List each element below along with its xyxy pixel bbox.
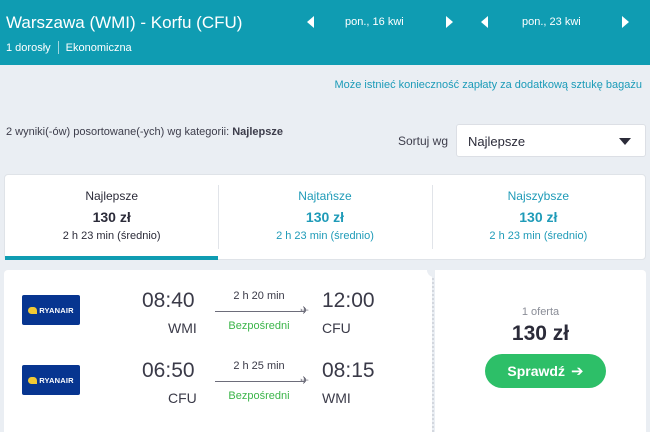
airline-logo-text: RYANAIR [39, 375, 74, 385]
tab-title: Najszybsze [507, 189, 569, 203]
arrival-airport: WMI [322, 390, 351, 406]
arrival-time: 12:00 [322, 289, 375, 312]
departure-time: 08:40 [142, 289, 195, 312]
airline-logo-text: RYANAIR [39, 305, 74, 315]
bag-fee-notice-link[interactable]: Może istnieć konieczność zapłaty za doda… [334, 79, 642, 91]
check-deal-button[interactable]: Sprawdź ➔ [485, 354, 606, 388]
sort-dropdown[interactable]: Najlepsze [456, 124, 646, 157]
tab-title: Najlepsze [85, 189, 139, 203]
stops-label: Bezpośredni [228, 390, 290, 402]
price-panel: 1 oferta 130 zł Sprawdź ➔ [435, 270, 646, 432]
prev-return-date-icon[interactable] [481, 16, 488, 28]
departure-airport: WMI [168, 320, 197, 336]
stops-label: Bezpośredni [228, 320, 290, 332]
tab-price: 130 zł [519, 209, 558, 225]
arrival-time: 08:15 [322, 359, 375, 382]
route-title[interactable]: Warszawa (WMI) - Korfu (CFU) [6, 13, 242, 33]
results-summary: 2 wyniki(-ów) posortowane(-ych) wg kateg… [6, 126, 283, 138]
tab-title: Najtańsze [298, 189, 352, 203]
tab-price: 130 zł [92, 209, 131, 225]
sort-tabs: Najlepsze 130 zł 2 h 23 min (średnio) Na… [4, 174, 646, 260]
prev-departure-date-icon[interactable] [307, 16, 314, 28]
next-return-date-icon[interactable] [622, 16, 629, 28]
sort-selected-value: Najlepsze [468, 134, 526, 149]
ryanair-harp-icon [28, 306, 38, 314]
itinerary-panel: RYANAIR 08:40 WMI 2 h 20 min ✈ Bezpośred… [4, 270, 432, 432]
plane-icon: ✈ [300, 305, 310, 317]
tab-best[interactable]: Najlepsze 130 zł 2 h 23 min (średnio) [5, 175, 219, 260]
route-line [215, 311, 304, 312]
chevron-down-icon [619, 138, 631, 145]
passengers-label[interactable]: 1 dorosły [6, 42, 51, 54]
meta-divider [57, 41, 59, 54]
plane-icon: ✈ [300, 375, 310, 387]
offer-count: 1 oferta [521, 306, 560, 318]
search-meta: 1 dorosły Ekonomiczna [6, 41, 132, 54]
airline-logo: RYANAIR [22, 295, 80, 325]
tab-duration: 2 h 23 min (średnio) [489, 230, 588, 242]
arrival-airport: CFU [322, 320, 351, 336]
sort-label: Sortuj wg [398, 134, 449, 148]
ryanair-harp-icon [28, 376, 38, 384]
tab-duration: 2 h 23 min (średnio) [62, 230, 161, 242]
next-departure-date-icon[interactable] [446, 16, 453, 28]
tab-duration: 2 h 23 min (średnio) [276, 230, 374, 242]
flight-result-card[interactable]: RYANAIR 08:40 WMI 2 h 20 min ✈ Bezpośred… [4, 263, 646, 432]
return-date[interactable]: pon., 23 kwi [522, 16, 581, 28]
tab-cheapest[interactable]: Najtańsze 130 zł 2 h 23 min (średnio) [218, 175, 431, 259]
cabin-label[interactable]: Ekonomiczna [66, 42, 132, 54]
offer-price: 130 zł [511, 322, 570, 345]
airline-logo: RYANAIR [22, 365, 80, 395]
departure-date[interactable]: pon., 16 kwi [345, 16, 404, 28]
check-deal-label: Sprawdź [507, 363, 565, 379]
departure-airport: CFU [168, 390, 197, 406]
search-header: Warszawa (WMI) - Korfu (CFU) 1 dorosły E… [0, 0, 650, 65]
outbound-leg: RYANAIR 08:40 WMI 2 h 20 min ✈ Bezpośred… [4, 286, 432, 346]
departure-time: 06:50 [142, 359, 195, 382]
arrow-right-icon: ➔ [571, 363, 584, 380]
tab-price: 130 zł [305, 209, 345, 225]
card-divider [432, 274, 434, 432]
results-count-text: 2 wyniki(-ów) posortowane(-ych) wg kateg… [6, 126, 230, 138]
route-line [215, 381, 304, 382]
flight-duration: 2 h 20 min [233, 290, 285, 302]
results-sort-category: Najlepsze [232, 126, 283, 138]
return-leg: RYANAIR 06:50 CFU 2 h 25 min ✈ Bezpośred… [4, 356, 432, 416]
tab-fastest[interactable]: Najszybsze 130 zł 2 h 23 min (średnio) [431, 175, 645, 259]
flight-duration: 2 h 25 min [233, 360, 285, 372]
